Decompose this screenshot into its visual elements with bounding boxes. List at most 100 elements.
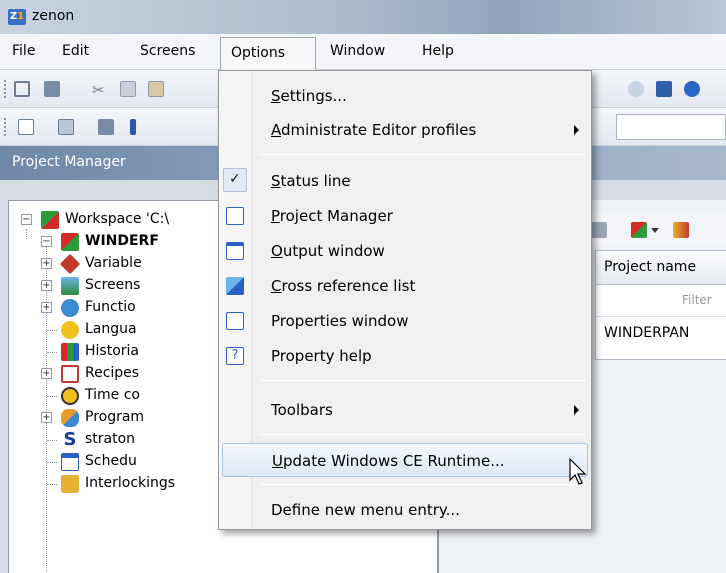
new-project-icon[interactable] xyxy=(631,222,647,238)
expand-icon[interactable]: + xyxy=(41,412,52,423)
tree-label: Functio xyxy=(85,299,136,315)
clock-icon xyxy=(61,387,79,405)
menu-item-label: Properties window xyxy=(271,312,409,330)
title-bar: Z1 zenon xyxy=(0,0,726,34)
table-row[interactable]: WINDERPAN xyxy=(596,317,726,349)
tree-label: Schedu xyxy=(85,453,137,469)
submenu-arrow-icon xyxy=(574,405,579,415)
tree-label: Variable xyxy=(85,255,142,271)
tree-label-project: WINDERF xyxy=(85,233,159,249)
properties-icon xyxy=(226,312,244,330)
new-document-icon[interactable] xyxy=(18,119,34,135)
menu-item-update-windows-ce-runtime[interactable]: Update Windows CE Runtime... xyxy=(222,443,588,477)
tree-label: Time co xyxy=(85,387,140,403)
menu-item-label: Output window xyxy=(271,242,385,260)
help-icon: ? xyxy=(226,347,244,365)
cut-icon[interactable]: ✂ xyxy=(92,81,108,99)
menu-item-label: Property help xyxy=(271,347,372,365)
toolbar-grip[interactable] xyxy=(4,80,7,98)
menu-item-administrate-editor-profiles[interactable]: Administrate Editor profiles xyxy=(219,113,591,147)
menu-separator xyxy=(259,154,587,155)
menu-item-property-help[interactable]: ? Property help xyxy=(219,339,591,373)
tools-icon[interactable] xyxy=(673,222,689,238)
import-icon[interactable] xyxy=(98,119,114,135)
tree-label: Recipes xyxy=(85,365,140,381)
filter-placeholder: Filter xyxy=(682,293,712,307)
tree-label: Screens xyxy=(85,277,141,293)
options-menu-dropdown: Settings... Administrate Editor profiles… xyxy=(218,70,592,530)
collapse-icon[interactable]: − xyxy=(21,214,32,225)
menu-item-toolbars[interactable]: Toolbars xyxy=(219,393,591,427)
toolbar-combo[interactable] xyxy=(616,114,726,140)
mouse-cursor-icon xyxy=(569,458,587,485)
output-window-icon xyxy=(226,242,244,260)
tree-label-workspace: Workspace 'C:\ xyxy=(65,211,170,227)
toolbar-grip[interactable] xyxy=(4,118,7,136)
menu-item-label: Administrate Editor profiles xyxy=(271,121,477,139)
column-header-project-name[interactable]: Project name xyxy=(596,251,726,285)
screens-icon xyxy=(61,277,79,295)
tree-label: Program xyxy=(85,409,145,425)
menu-separator xyxy=(259,380,587,381)
export-icon[interactable] xyxy=(591,222,607,238)
menu-item-label: Cross reference list xyxy=(271,277,416,295)
expand-icon[interactable]: + xyxy=(41,258,52,269)
recipes-icon xyxy=(61,365,79,383)
menu-help[interactable]: Help xyxy=(422,43,454,59)
menu-edit[interactable]: Edit xyxy=(62,43,89,59)
menu-item-output-window[interactable]: Output window xyxy=(219,234,591,268)
expand-icon[interactable]: + xyxy=(41,280,52,291)
menu-item-define-new-menu-entry[interactable]: Define new menu entry... xyxy=(219,493,591,527)
menu-options[interactable]: Options xyxy=(220,37,316,71)
menu-item-label: Settings... xyxy=(271,87,347,105)
programming-icon xyxy=(61,409,79,427)
submenu-arrow-icon xyxy=(574,125,579,135)
checkmark-icon: ✓ xyxy=(223,168,247,192)
menu-item-label: Project Manager xyxy=(271,207,393,225)
tree-label: straton xyxy=(85,431,136,447)
menu-separator xyxy=(259,434,587,435)
menu-item-properties-window[interactable]: Properties window xyxy=(219,304,591,338)
zenon-app-icon[interactable]: Z1 xyxy=(8,9,26,25)
save-all-icon[interactable] xyxy=(44,81,60,97)
menu-item-project-manager[interactable]: Project Manager xyxy=(219,199,591,233)
save-icon[interactable] xyxy=(14,81,30,97)
straton-icon: S xyxy=(63,429,77,450)
functions-icon xyxy=(61,299,79,317)
language-icon xyxy=(61,321,79,339)
project-name-cell: WINDERPAN xyxy=(604,325,690,341)
cross-reference-icon xyxy=(226,277,244,295)
menu-options-label: Options xyxy=(231,45,286,61)
expand-icon[interactable]: + xyxy=(41,368,52,379)
menu-item-status-line[interactable]: ✓ Status line xyxy=(219,164,591,198)
menu-item-cross-reference-list[interactable]: Cross reference list xyxy=(219,269,591,303)
menu-item-label: Status line xyxy=(271,172,351,190)
project-table[interactable]: Project name Filter WINDERPAN xyxy=(595,250,726,360)
search-icon[interactable] xyxy=(628,81,644,97)
menu-separator xyxy=(259,484,587,485)
workspace-icon xyxy=(41,211,59,229)
filter-row[interactable]: Filter xyxy=(596,285,726,317)
paste-icon[interactable] xyxy=(148,81,164,97)
tree-label: Langua xyxy=(85,321,137,337)
menu-file[interactable]: File xyxy=(12,43,35,59)
column-header-label: Project name xyxy=(604,259,697,275)
help-icon[interactable] xyxy=(684,81,700,97)
tree-label: Interlockings xyxy=(85,475,176,491)
project-manager-title: Project Manager xyxy=(12,154,126,170)
menu-screens[interactable]: Screens xyxy=(140,43,195,59)
print-icon[interactable] xyxy=(656,81,672,97)
project-icon xyxy=(61,233,79,251)
collapse-icon[interactable]: − xyxy=(41,236,52,247)
chevron-down-icon[interactable] xyxy=(651,228,659,233)
menu-item-label: Update Windows CE Runtime... xyxy=(272,452,505,470)
menu-window[interactable]: Window xyxy=(330,43,385,59)
menu-item-settings[interactable]: Settings... xyxy=(219,79,591,113)
copy-icon[interactable] xyxy=(120,81,136,97)
play-icon[interactable] xyxy=(130,119,136,135)
new-project-icon[interactable] xyxy=(58,119,74,135)
project-manager-icon xyxy=(226,207,244,225)
menu-item-label: Define new menu entry... xyxy=(271,501,460,519)
scheduler-icon xyxy=(61,453,79,471)
expand-icon[interactable]: + xyxy=(41,302,52,313)
